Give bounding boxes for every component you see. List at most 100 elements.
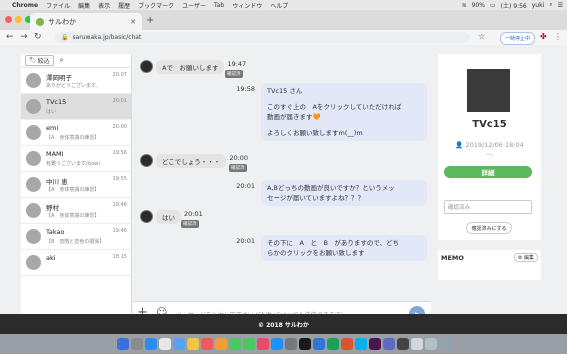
chat-name: TVc15 [46,98,67,106]
more-options-icon[interactable]: ⋮ [554,32,562,41]
clock[interactable]: (土) 9:56 [501,1,527,10]
launchpad-icon[interactable] [130,338,143,350]
message-bubble: Aで お願いします [156,60,225,74]
menu-history[interactable]: 履歴 [118,1,130,10]
avatar [26,73,41,88]
menu-edit[interactable]: 編集 [78,1,90,10]
menu-list-icon[interactable]: ☰ [558,2,563,9]
message-time: 19:58 [236,85,255,93]
menu-tab[interactable]: Tab [214,2,224,9]
menu-help[interactable]: ヘルプ [270,1,288,10]
settings-icon[interactable] [284,338,297,350]
chat-preview: 【A 身体意識の練習】 [46,213,100,219]
mark-confirmed-button[interactable]: 確認済みにする [466,222,512,234]
line-icon[interactable] [382,338,395,350]
avatar [26,151,41,166]
message-right: 20:01 その下に A と B がありますので、どち らかのクリックをお願い致… [236,235,427,261]
detail-button[interactable]: 詳細 [444,166,532,178]
chat-list-sidebar: 🏷 絞込 ⌕ 澤岡明子 ありがとうございます。 20:07 TVc15 はい 20:01 em… [21,54,132,314]
close-window-icon[interactable] [5,16,12,23]
pause-button[interactable]: 一時停止中 [500,32,536,45]
excel-icon[interactable] [326,338,339,350]
terminal-icon[interactable] [298,338,311,350]
menu-file[interactable]: ファイル [46,1,70,10]
word-icon[interactable] [312,338,325,350]
reload-icon[interactable]: ↻ [34,32,42,42]
messages-icon[interactable] [228,338,241,350]
search-icon[interactable]: ⌕ [549,1,552,9]
chat-name: 澤岡明子 [46,74,72,82]
chat-time: 19:46 [112,228,127,234]
battery-percent: 90% [471,1,485,9]
memo-edit-button[interactable]: ⚙ 編集 [513,253,538,262]
avatar [140,154,153,167]
message-time: 20:01 [236,182,255,190]
chat-list-item[interactable]: emi 【A 身体意識の練習】 20:00 [21,120,131,146]
mail-icon[interactable] [172,338,185,350]
mac-menubar: Chrome ファイル 編集 表示 履歴 ブックマーク ユーザー Tab ウィン… [0,0,567,10]
chat-preview: はい [46,109,57,115]
message-time: 20:00 [229,154,249,162]
filter-button[interactable]: 🏷 絞込 [25,55,54,66]
facetime-icon[interactable] [242,338,255,350]
chat-preview: ありがとうございます。 [46,83,101,89]
confirm-input[interactable]: 確認済み [444,200,532,214]
extension-icon[interactable]: ✤ [540,32,547,41]
chat-list-item[interactable]: aki 18:15 [21,250,131,276]
tab-title: サルわか [48,17,76,26]
sidebar-header: 🏷 絞込 ⌕ [21,54,131,68]
chat-list-item[interactable]: MAMI 有難うございます(bow) 19:56 [21,146,131,172]
chat-list-item[interactable]: 野村 【A 身体意識の練習】 19:46 [21,198,131,224]
menu-window[interactable]: ウィンドウ [232,1,262,10]
browser-tab[interactable]: サルわか ✕ [30,13,142,30]
photos-icon[interactable] [214,338,227,350]
chrome-icon[interactable] [158,338,171,350]
close-tab-icon[interactable]: ✕ [130,18,136,26]
message-line: セージが届いていますよね？？？ [267,194,365,202]
chat-name: Takao [46,228,65,236]
read-badge: 確認済 [225,70,243,78]
menu-view[interactable]: 表示 [98,1,110,10]
preview-icon[interactable] [410,338,423,350]
chat-time: 18:15 [112,254,127,260]
chat-list-item[interactable]: TVc15 はい 20:01 [21,94,131,120]
chat-list-item[interactable]: Takao 【B 音階と音色の関係】 19:46 [21,224,131,250]
slack-icon[interactable] [368,338,381,350]
read-badge: 確認済 [181,220,199,228]
user-name[interactable]: yuki [532,2,545,9]
skype-icon[interactable] [354,338,367,350]
appstore-icon[interactable] [270,338,283,350]
chat-preview: 【B 音階と音色の関係】 [46,239,105,245]
lock-icon: 🔒 [61,34,69,41]
safari-icon[interactable] [144,338,157,350]
app-icon[interactable] [396,338,409,350]
forward-icon[interactable]: → [20,32,28,42]
address-bar[interactable]: 🔒 saruwaka.jp/basic/chat [55,32,470,43]
minimize-window-icon[interactable] [15,16,22,23]
chat-name: MAMI [46,150,64,158]
notes-icon[interactable] [186,338,199,350]
finder-icon[interactable] [116,338,129,350]
powerpoint-icon[interactable] [340,338,353,350]
calendar-icon[interactable] [200,338,213,350]
music-icon[interactable] [256,338,269,350]
back-icon[interactable]: ← [6,32,14,42]
menu-app-name[interactable]: Chrome [12,2,38,9]
chat-list-item[interactable]: 中川 恵【A 身体意識の練習】 19:55 [21,172,131,198]
downloads-icon[interactable] [424,338,437,350]
message-right: 19:58 TVc15 さん このすぐ上の Aをクリックしていただければ 動画が… [236,83,427,141]
chat-list-item[interactable]: 澤岡明子 ありがとうございます。 20:07 [21,68,131,94]
battery-icon[interactable]: ▭ [490,2,496,9]
message-time: 19:47 [227,60,247,68]
message-line: このすぐ上の Aをクリックしていただければ [267,103,402,111]
wifi-icon[interactable]: ≋ [462,2,467,9]
trash-icon[interactable] [438,338,451,350]
profile-panel: TVc15 👤 2019/12/06 18:04 〜 詳細 確認済み 確認済みに… [438,54,541,240]
search-icon[interactable]: ⌕ [60,56,64,65]
person-icon: 👤 [455,141,464,149]
bookmark-star-icon[interactable]: ☆ [478,32,485,41]
profile-avatar [467,69,510,112]
menu-user[interactable]: ユーザー [182,1,206,10]
new-tab-icon[interactable]: + [146,15,154,26]
menu-bookmarks[interactable]: ブックマーク [138,1,174,10]
